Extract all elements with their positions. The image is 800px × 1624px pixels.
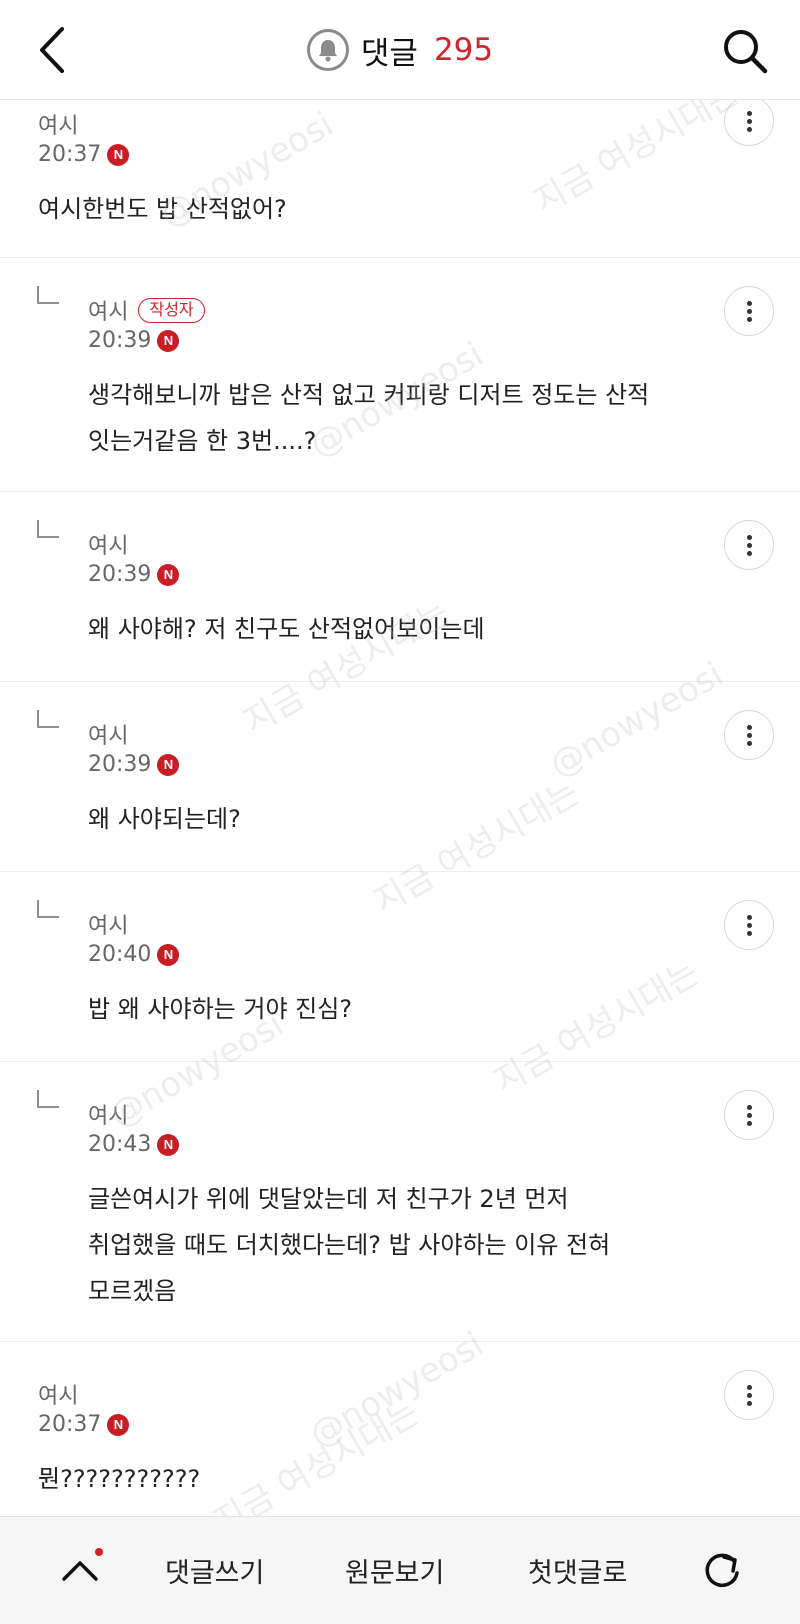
comment-text-line: 잇는거같음 한 3번....?	[88, 427, 317, 455]
comment-header: 여시	[38, 1378, 78, 1410]
new-badge: N	[157, 1133, 180, 1156]
comment-text-line: 모르겠음	[88, 1277, 177, 1305]
comment-time: 20:37	[38, 1412, 102, 1437]
comment-text-line: 왜 사야해? 저 친구도 산적없어보이는데	[88, 615, 485, 643]
refresh-icon[interactable]	[700, 1549, 744, 1593]
comment-text-line: 뭔???????????	[38, 1465, 201, 1493]
comment-time: 20:39	[88, 328, 152, 353]
comment-text-line: 글쓴여시가 위에 댓달았는데 저 친구가 2년 먼저	[88, 1185, 569, 1213]
more-options-button[interactable]	[724, 96, 774, 146]
comment-header: 여시	[38, 108, 78, 140]
reply-arrow-icon	[37, 286, 59, 304]
new-badge: N	[157, 563, 180, 586]
comment-text: 왜 사야해? 저 친구도 산적없어보이는데	[88, 606, 728, 652]
search-icon[interactable]	[720, 26, 770, 76]
more-options-button[interactable]	[724, 900, 774, 950]
comment-time: 20:43	[88, 1132, 152, 1157]
view-original-button[interactable]: 원문보기	[345, 1551, 444, 1590]
new-badge: N	[107, 143, 130, 166]
comment-meta: 20:43 N	[88, 1132, 180, 1157]
reply-arrow-icon	[37, 520, 59, 538]
more-options-button[interactable]	[724, 710, 774, 760]
comment-text-line: 취업했을 때도 더치했다는데? 밥 사야하는 이유 전혀	[88, 1231, 611, 1259]
comment-list: 여시 20:37 N 여시한번도 밥 산적없어? 여시 작성자 20:39 N …	[0, 96, 800, 1542]
comment-text-line: 여시한번도 밥 산적없어?	[38, 195, 287, 223]
comment-meta: 20:39 N	[88, 328, 180, 353]
comment-author[interactable]: 여시	[88, 294, 128, 326]
comment-meta: 20:37 N	[38, 1412, 130, 1437]
comment-header: 여시 작성자	[88, 294, 205, 326]
comment-header: 여시	[88, 718, 128, 750]
new-badge: N	[107, 1413, 130, 1436]
first-comment-button[interactable]: 첫댓글로	[528, 1551, 627, 1590]
reply-arrow-icon	[37, 1090, 59, 1108]
comment-meta: 20:40 N	[88, 942, 180, 967]
comment-text-line: 왜 사야되는데?	[88, 805, 241, 833]
comment-text-line: 생각해보니까 밥은 산적 없고 커피랑 디저트 정도는 산적	[88, 381, 650, 409]
page-title: 댓글	[360, 35, 418, 72]
more-options-button[interactable]	[724, 1370, 774, 1420]
comment-text: 밥 왜 사야하는 거야 진심?	[88, 986, 728, 1032]
comment-author[interactable]: 여시	[88, 908, 128, 940]
comment-count: 295	[433, 32, 494, 68]
comment-item: 여시 20:40 N 밥 왜 사야하는 거야 진심?	[0, 872, 800, 1062]
comment-header: 여시	[88, 1098, 128, 1130]
comment-meta: 20:39 N	[88, 562, 180, 587]
top-bar: 댓글 295	[0, 0, 800, 100]
comment-text: 여시한번도 밥 산적없어?	[38, 186, 678, 232]
more-options-button[interactable]	[724, 1090, 774, 1140]
new-badge: N	[157, 753, 180, 776]
comment-author[interactable]: 여시	[88, 718, 128, 750]
comment-text: 글쓴여시가 위에 댓달았는데 저 친구가 2년 먼저 취업했을 때도 더치했다는…	[88, 1176, 728, 1314]
comment-author[interactable]: 여시	[88, 528, 128, 560]
comment-author[interactable]: 여시	[88, 1098, 128, 1130]
comment-text: 뭔???????????	[38, 1456, 678, 1502]
bottom-toolbar: 댓글쓰기 원문보기 첫댓글로	[0, 1516, 800, 1624]
comment-item: 여시 20:39 N 왜 사야되는데?	[0, 682, 800, 872]
new-badge: N	[157, 943, 180, 966]
comment-item: 여시 20:37 N 여시한번도 밥 산적없어?	[0, 96, 800, 258]
comment-header: 여시	[88, 528, 128, 560]
reply-arrow-icon	[37, 900, 59, 918]
new-badge: N	[157, 329, 180, 352]
comment-time: 20:37	[38, 142, 102, 167]
scroll-up-icon[interactable]	[58, 1551, 102, 1591]
comment-meta: 20:39 N	[88, 752, 180, 777]
write-comment-button[interactable]: 댓글쓰기	[165, 1551, 264, 1590]
comment-header: 여시	[88, 908, 128, 940]
more-options-button[interactable]	[724, 286, 774, 336]
comment-time: 20:40	[88, 942, 152, 967]
comment-time: 20:39	[88, 752, 152, 777]
author-badge: 작성자	[138, 297, 205, 323]
comment-author[interactable]: 여시	[38, 108, 78, 140]
comment-item: 여시 작성자 20:39 N 생각해보니까 밥은 산적 없고 커피랑 디저트 정…	[0, 258, 800, 492]
comment-item: 여시 20:39 N 왜 사야해? 저 친구도 산적없어보이는데	[0, 492, 800, 682]
more-options-button[interactable]	[724, 520, 774, 570]
comment-text: 생각해보니까 밥은 산적 없고 커피랑 디저트 정도는 산적 잇는거같음 한 3…	[88, 372, 728, 464]
comment-time: 20:39	[88, 562, 152, 587]
comment-author[interactable]: 여시	[38, 1378, 78, 1410]
comment-meta: 20:37 N	[38, 142, 130, 167]
reply-arrow-icon	[37, 710, 59, 728]
comment-text-line: 밥 왜 사야하는 거야 진심?	[88, 995, 353, 1023]
comment-item: 여시 20:37 N 뭔???????????	[0, 1342, 800, 1542]
comment-text: 왜 사야되는데?	[88, 796, 728, 842]
header-title-group: 댓글 295	[0, 26, 800, 74]
comment-item: 여시 20:43 N 글쓴여시가 위에 댓달았는데 저 친구가 2년 먼저 취업…	[0, 1062, 800, 1342]
bell-icon[interactable]	[306, 29, 349, 71]
notification-dot	[95, 1548, 103, 1556]
